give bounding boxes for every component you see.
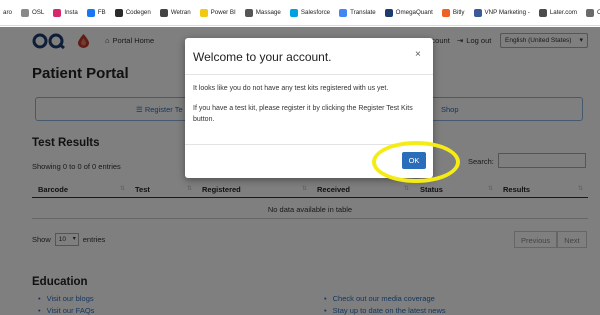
massage-icon	[244, 8, 253, 17]
later-icon	[538, 8, 547, 17]
wetran-icon	[159, 8, 168, 17]
bookmark-item[interactable]: Power BI	[199, 8, 236, 17]
translate-icon	[339, 8, 348, 17]
codegen-icon	[114, 8, 123, 17]
omegaquant-icon	[384, 8, 393, 17]
bookmark-label: Wetran	[170, 9, 191, 16]
salesforce-icon	[289, 8, 298, 17]
bookmark-item[interactable]: OmegaQuant	[384, 8, 433, 17]
bookmark-label: Power BI	[210, 9, 236, 16]
bookmark-item[interactable]: FB	[86, 8, 106, 17]
modal-message: It looks like you do not have any test k…	[193, 85, 389, 92]
facebook-icon	[86, 8, 95, 17]
bookmark-label: Later.com	[549, 9, 577, 16]
vnp-icon	[473, 8, 482, 17]
highlight-annotation	[372, 141, 460, 183]
bookmark-label: Salesforce	[300, 9, 331, 16]
bookmark-item[interactable]: Insta	[53, 8, 78, 17]
bookmark-label: FB	[97, 9, 106, 16]
bookmark-item[interactable]: aro	[3, 9, 12, 16]
chat-icon	[585, 8, 594, 17]
bookmark-label: VNP Marketing -	[484, 9, 530, 16]
bookmark-item[interactable]: Translate	[339, 8, 376, 17]
bookmark-label: aro	[3, 9, 12, 16]
bookmark-label: Massage	[255, 9, 281, 16]
modal-instructions: If you have a test kit, please register …	[193, 105, 413, 123]
bookmark-item[interactable]: Bitly	[441, 8, 465, 17]
powerbi-icon	[199, 8, 208, 17]
bookmark-label: Translate	[350, 9, 376, 16]
osl-icon	[20, 8, 29, 17]
bookmark-item[interactable]: Massage	[244, 8, 281, 17]
modal-divider	[185, 74, 433, 75]
bookmark-label: Bitly	[452, 9, 465, 16]
bookmark-item[interactable]: Wetran	[159, 8, 191, 17]
bookmarks-bar: aro OSL Insta FB Codegen Wetran Power BI Massag…	[0, 0, 600, 26]
bookmark-item[interactable]: Codegen	[114, 8, 151, 17]
bookmark-label: Codegen	[125, 9, 151, 16]
bookmark-item[interactable]: Salesforce	[289, 8, 331, 17]
modal-title: Welcome to your account.	[193, 50, 332, 64]
bookmark-label: Insta	[64, 9, 78, 16]
bookmark-item[interactable]: Later.com	[538, 8, 577, 17]
bitly-icon	[441, 8, 450, 17]
bookmark-item[interactable]: Cha	[585, 8, 600, 17]
close-icon[interactable]: ×	[415, 49, 421, 60]
bookmark-label: OmegaQuant	[395, 9, 433, 16]
bookmark-item[interactable]: OSL	[20, 8, 45, 17]
bookmark-label: OSL	[31, 9, 45, 16]
instagram-icon	[53, 8, 62, 17]
bookmark-item[interactable]: VNP Marketing -	[473, 8, 530, 17]
